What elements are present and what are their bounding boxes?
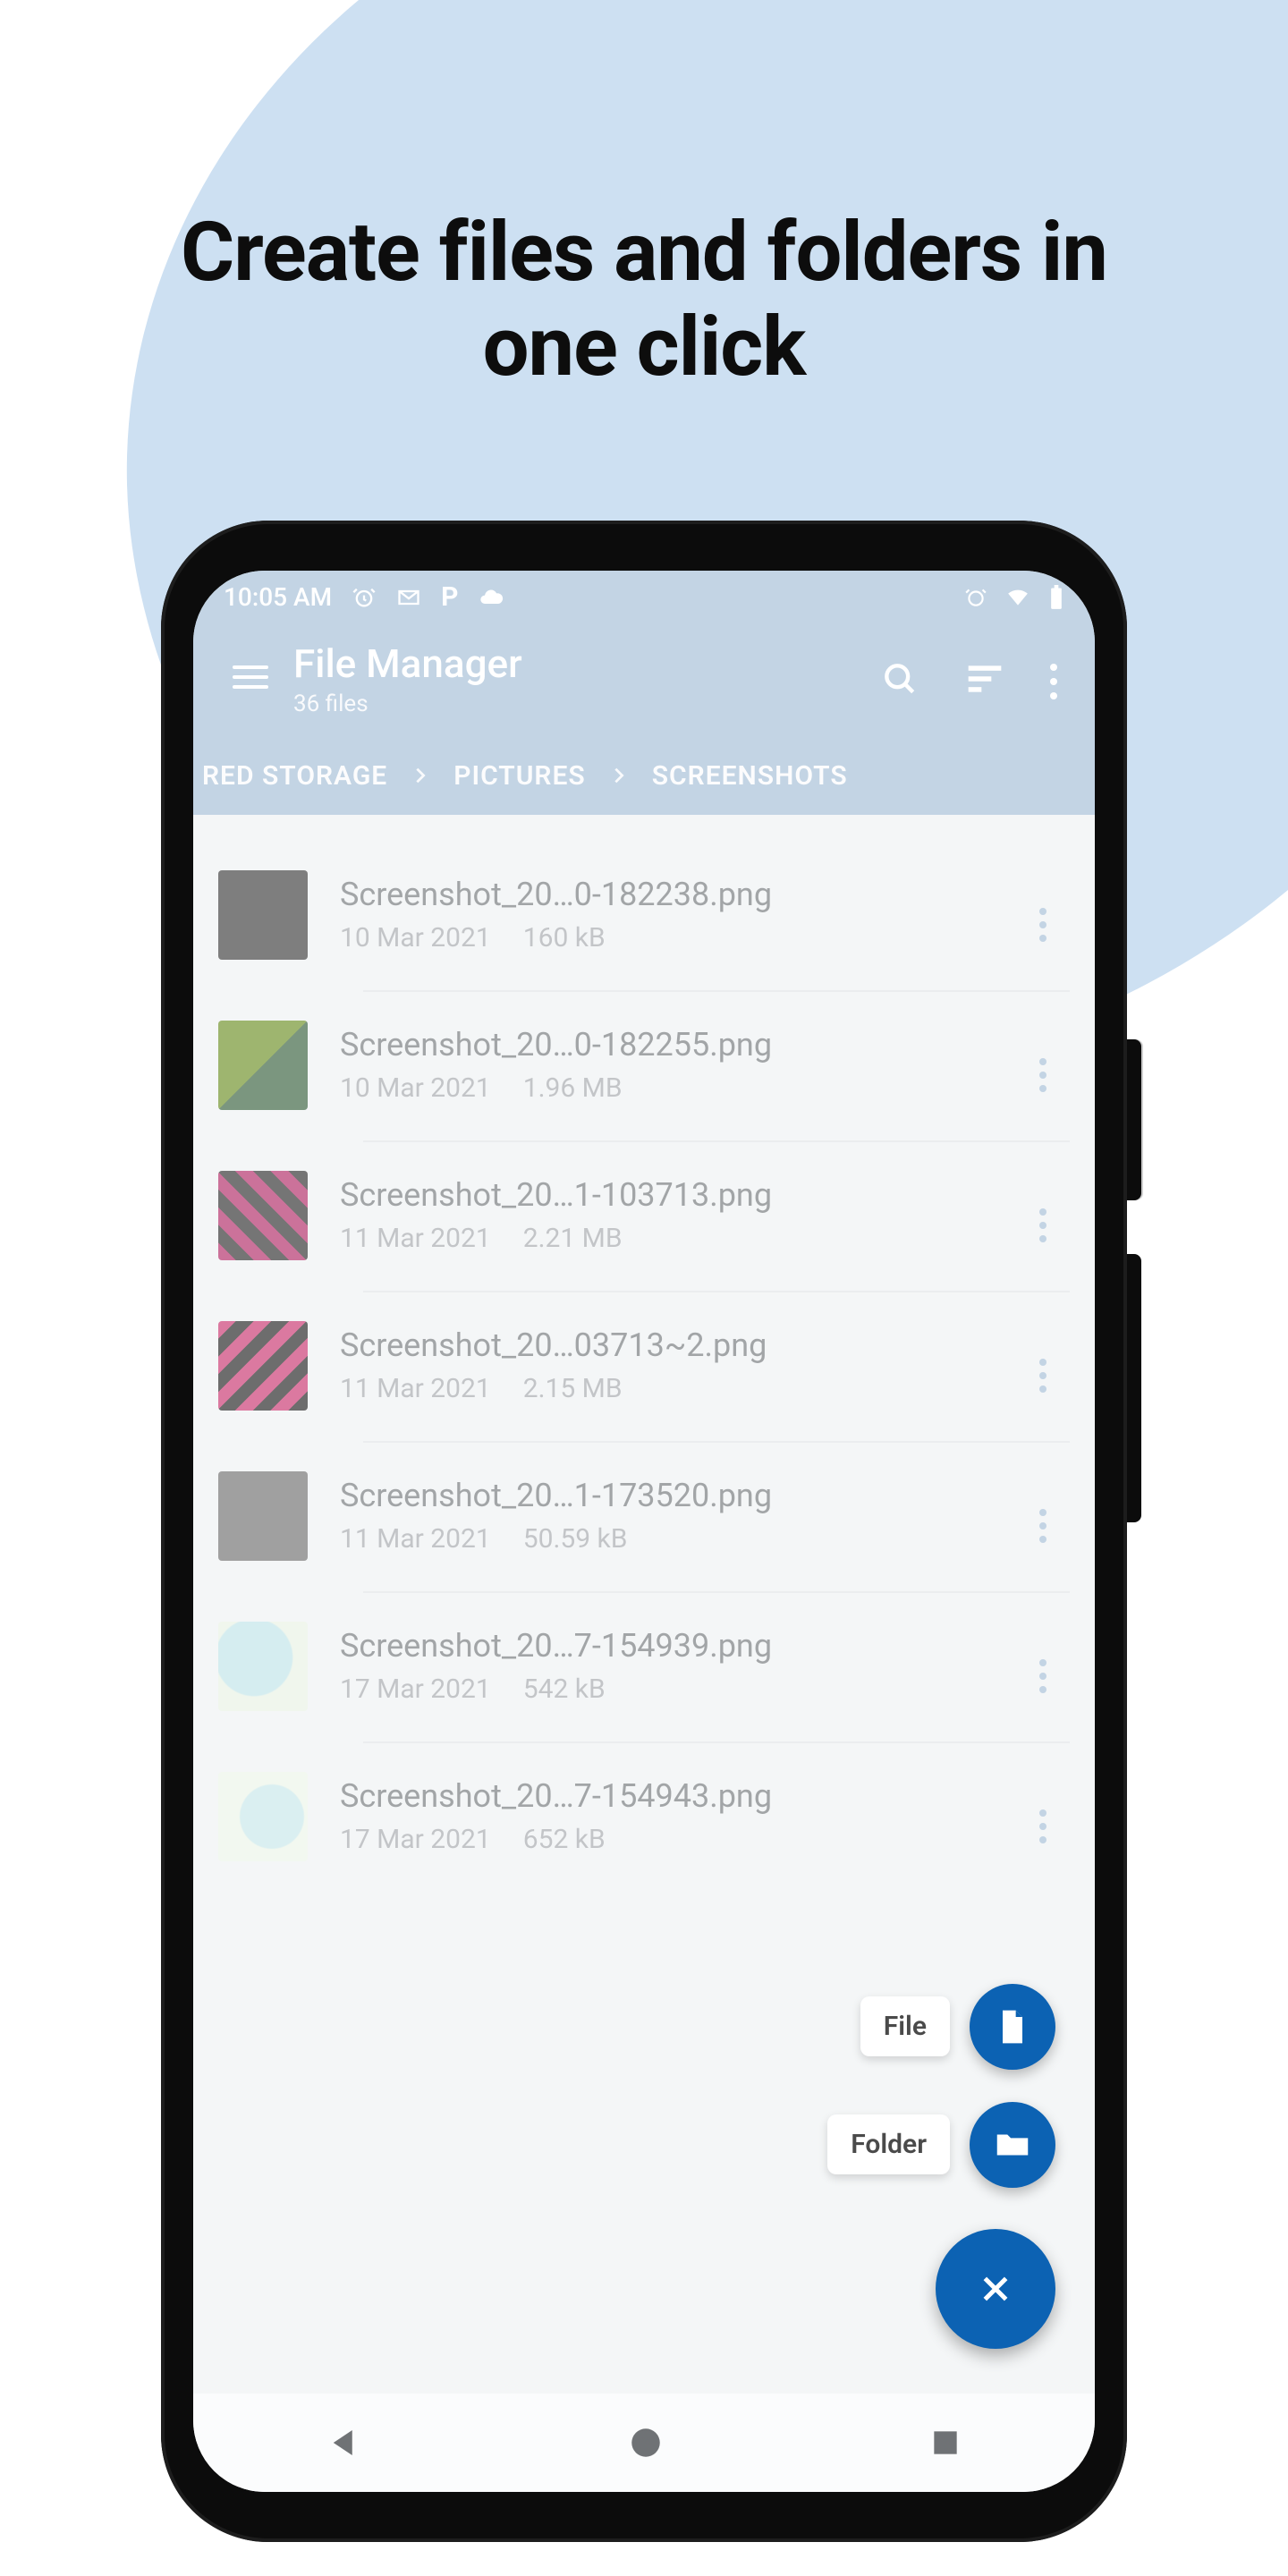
more-vert-icon: [1039, 1509, 1046, 1543]
cloud-icon: [478, 585, 504, 610]
file-size: 542 kB: [523, 1674, 606, 1705]
file-date: 11 Mar 2021: [340, 1373, 491, 1404]
file-name: Screenshot_20…0-182255.png: [340, 1026, 1016, 1063]
file-row[interactable]: Screenshot_20…1-103713.png 11 Mar 2021 2.2…: [193, 1140, 1095, 1291]
sort-button[interactable]: [964, 659, 1005, 699]
nav-home-button[interactable]: [627, 2424, 665, 2462]
file-thumbnail: [218, 1321, 308, 1411]
overflow-button[interactable]: [1050, 657, 1057, 699]
file-name: Screenshot_20…7-154943.png: [340, 1777, 1016, 1815]
file-name: Screenshot_20…1-103713.png: [340, 1176, 1016, 1214]
file-more-button[interactable]: [1016, 1489, 1070, 1543]
file-more-button[interactable]: [1016, 1790, 1070, 1843]
file-thumbnail: [218, 1772, 308, 1861]
fab-close-button[interactable]: [936, 2229, 1055, 2349]
more-vert-icon: [1039, 1058, 1046, 1092]
menu-button[interactable]: [218, 659, 283, 699]
circle-home-icon: [627, 2424, 665, 2462]
file-date: 17 Mar 2021: [340, 1674, 491, 1705]
app-bar: File Manager 36 files: [193, 624, 1095, 739]
file-more-button[interactable]: [1016, 1038, 1070, 1092]
file-thumbnail: [218, 870, 308, 960]
fab-new-folder-button[interactable]: [970, 2102, 1055, 2188]
wifi-icon: [1004, 586, 1032, 609]
chevron-right-icon: [609, 766, 629, 785]
square-recent-icon: [928, 2426, 962, 2460]
breadcrumb-item[interactable]: SCREENSHOTS: [652, 760, 848, 792]
file-row[interactable]: Screenshot_20…03713~2.png 11 Mar 2021 2.15…: [193, 1291, 1095, 1441]
fab-new-file-button[interactable]: [970, 1984, 1055, 2070]
alarm-icon: [964, 586, 987, 609]
pandora-icon: P: [441, 581, 458, 613]
breadcrumb-item[interactable]: PICTURES: [453, 760, 586, 792]
fab-menu: File Folder: [827, 1984, 1055, 2349]
more-vert-icon: [1039, 1809, 1046, 1843]
more-vert-icon: [1050, 664, 1057, 699]
file-row[interactable]: Screenshot_20…0-182255.png 10 Mar 2021 1.9…: [193, 990, 1095, 1140]
sort-icon: [964, 659, 1005, 699]
promo-headline: Create files and folders in one click: [0, 0, 1288, 395]
phone-frame: 10:05 AM P: [161, 521, 1127, 2542]
file-date: 10 Mar 2021: [340, 922, 491, 953]
nav-recent-button[interactable]: [928, 2426, 962, 2460]
alarm-icon: [352, 585, 377, 610]
gmail-icon: [396, 585, 421, 610]
more-vert-icon: [1039, 1659, 1046, 1693]
file-name: Screenshot_20…0-182238.png: [340, 876, 1016, 913]
nav-back-button[interactable]: [326, 2424, 363, 2462]
file-size: 652 kB: [523, 1824, 606, 1855]
search-button[interactable]: [880, 659, 919, 699]
more-vert-icon: [1039, 908, 1046, 942]
file-date: 11 Mar 2021: [340, 1223, 491, 1254]
file-thumbnail: [218, 1471, 308, 1561]
file-size: 1.96 MB: [523, 1072, 623, 1104]
phone-side-button: [1127, 1254, 1141, 1522]
file-thumbnail: [218, 1021, 308, 1110]
file-name: Screenshot_20…03713~2.png: [340, 1326, 1016, 1364]
file-date: 11 Mar 2021: [340, 1523, 491, 1555]
file-thumbnail: [218, 1622, 308, 1711]
file-more-button[interactable]: [1016, 888, 1070, 942]
menu-icon: [233, 659, 268, 695]
status-bar: 10:05 AM P: [193, 571, 1095, 624]
file-size: 160 kB: [523, 922, 606, 953]
file-thumbnail: [218, 1171, 308, 1260]
file-name: Screenshot_20…1-173520.png: [340, 1477, 1016, 1514]
file-date: 10 Mar 2021: [340, 1072, 491, 1104]
more-vert-icon: [1039, 1208, 1046, 1242]
android-nav-bar: [193, 2394, 1095, 2492]
more-vert-icon: [1039, 1359, 1046, 1393]
app-title: File Manager: [293, 640, 880, 687]
file-size: 2.15 MB: [523, 1373, 623, 1404]
search-icon: [880, 659, 919, 699]
file-list[interactable]: Screenshot_20…0-182238.png 10 Mar 2021 160…: [193, 815, 1095, 1892]
phone-side-button: [1127, 1039, 1141, 1200]
triangle-back-icon: [326, 2424, 363, 2462]
file-row[interactable]: Screenshot_20…0-182238.png 10 Mar 2021 160…: [193, 840, 1095, 990]
status-time: 10:05 AM: [224, 582, 332, 612]
file-icon: [993, 2007, 1032, 2046]
fab-file-label: File: [860, 1996, 950, 2056]
file-name: Screenshot_20…7-154939.png: [340, 1627, 1016, 1665]
file-more-button[interactable]: [1016, 1640, 1070, 1693]
breadcrumb: RED STORAGE PICTURES SCREENSHOTS: [193, 739, 1095, 815]
fab-folder-label: Folder: [827, 2114, 950, 2174]
file-more-button[interactable]: [1016, 1189, 1070, 1242]
file-count: 36 files: [293, 691, 880, 717]
battery-icon: [1048, 585, 1064, 610]
close-icon: [978, 2271, 1013, 2307]
file-row[interactable]: Screenshot_20…7-154939.png 17 Mar 2021 542…: [193, 1591, 1095, 1741]
file-more-button[interactable]: [1016, 1339, 1070, 1393]
folder-icon: [992, 2124, 1033, 2165]
phone-screen: 10:05 AM P: [193, 571, 1095, 2492]
file-size: 50.59 kB: [523, 1523, 628, 1555]
breadcrumb-item[interactable]: RED STORAGE: [202, 760, 387, 792]
file-row[interactable]: Screenshot_20…1-173520.png 11 Mar 2021 50.…: [193, 1441, 1095, 1591]
file-row[interactable]: Screenshot_20…7-154943.png 17 Mar 2021 652…: [193, 1741, 1095, 1892]
file-size: 2.21 MB: [523, 1223, 623, 1254]
file-date: 17 Mar 2021: [340, 1824, 491, 1855]
chevron-right-icon: [411, 766, 430, 785]
